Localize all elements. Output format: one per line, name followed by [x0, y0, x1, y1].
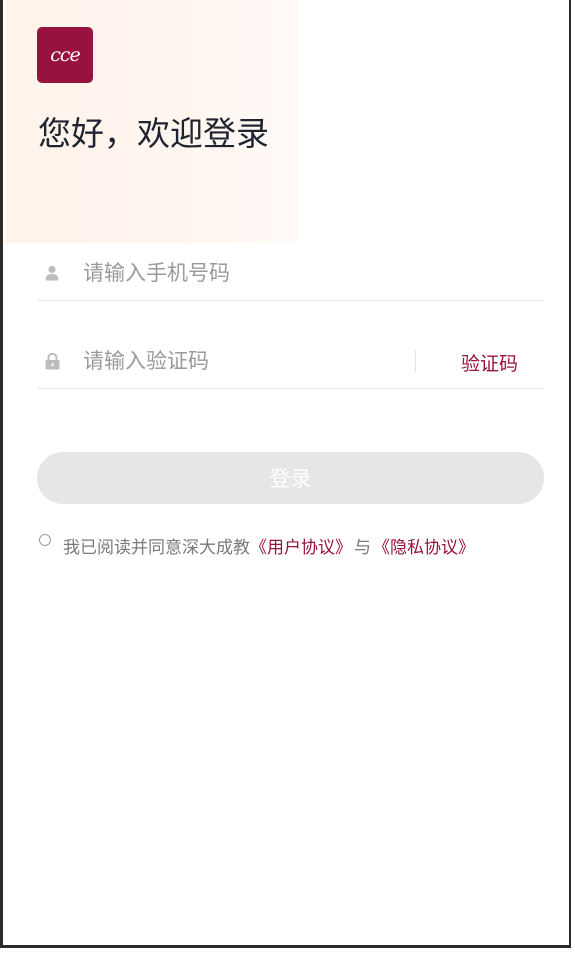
field-divider	[415, 350, 416, 372]
privacy-policy-link[interactable]: 《隐私协议》	[373, 533, 475, 558]
logo-text: cce	[50, 43, 81, 66]
login-button[interactable]: 登录	[37, 452, 544, 504]
lock-icon	[43, 352, 61, 370]
user-agreement-link[interactable]: 《用户协议》	[250, 533, 352, 558]
user-icon	[43, 264, 61, 282]
agreement-conjunction: 与	[354, 538, 371, 558]
code-input[interactable]	[83, 349, 403, 373]
code-field: 验证码	[37, 334, 544, 389]
phone-field	[37, 246, 544, 301]
app-logo: cce	[37, 27, 93, 83]
agreement-row: 我已阅读并同意深大成教 《用户协议》 与 《隐私协议》	[39, 533, 475, 558]
get-code-button[interactable]: 验证码	[461, 349, 518, 376]
agreement-prefix: 我已阅读并同意深大成教	[63, 538, 250, 558]
phone-input[interactable]	[83, 261, 403, 285]
login-screen: cce 您好，欢迎登录 验证码 登录 我已阅读并同意深大成教 《用户协议》 与	[0, 0, 571, 948]
page-title: 您好，欢迎登录	[38, 114, 269, 153]
agreement-checkbox[interactable]	[39, 533, 51, 546]
